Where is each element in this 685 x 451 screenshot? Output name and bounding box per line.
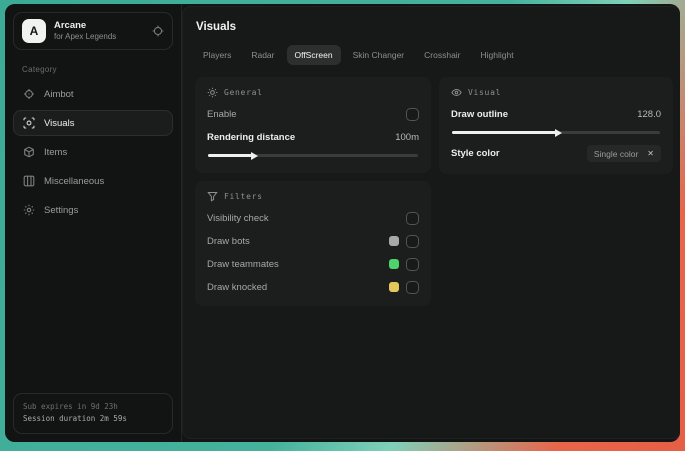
- sun-icon: [207, 87, 218, 98]
- tab-radar[interactable]: Radar: [243, 45, 282, 65]
- enable-checkbox[interactable]: [406, 107, 419, 121]
- draw-teammates-row: Draw teammates: [207, 257, 419, 271]
- tab-skin-changer[interactable]: Skin Changer: [345, 45, 413, 65]
- draw-bots-label: Draw bots: [207, 235, 250, 247]
- subscription-info-card: Sub expires in 9d 23h Session duration 2…: [13, 392, 173, 434]
- visual-panel-header: Visual: [451, 87, 661, 98]
- right-column: Visual Draw outline 128.0 Style color Si…: [439, 77, 673, 174]
- session-duration-text: Session duration 2m 59s: [23, 414, 127, 424]
- slider-thumb[interactable]: [555, 128, 562, 137]
- visual-panel: Visual Draw outline 128.0 Style color Si…: [439, 77, 673, 174]
- draw-knocked-row: Draw knocked: [207, 280, 419, 294]
- rendering-distance-value: 100m: [395, 131, 419, 143]
- app-name: Arcane: [54, 20, 87, 32]
- sidebar-nav: Aimbot Visuals Items Miscellaneous Setti…: [13, 81, 173, 226]
- draw-teammates-color-swatch[interactable]: [389, 259, 399, 269]
- rendering-distance-slider[interactable]: [208, 151, 418, 160]
- eye-scan-icon: [23, 117, 35, 129]
- style-color-row: Style color Single color ✕: [451, 145, 661, 162]
- crosshair-icon: [23, 88, 35, 100]
- tab-crosshair[interactable]: Crosshair: [416, 45, 468, 65]
- category-label: Category: [22, 65, 57, 74]
- visibility-check-label: Visibility check: [207, 212, 269, 224]
- tab-highlight[interactable]: Highlight: [473, 45, 522, 65]
- funnel-icon: [207, 191, 218, 202]
- sidebar-item-label: Items: [44, 146, 68, 158]
- app-header: A Arcane for Apex Legends: [13, 12, 173, 50]
- sidebar-item-label: Settings: [44, 204, 79, 216]
- filters-panel-header: Filters: [207, 191, 419, 202]
- draw-bots-color-swatch[interactable]: [389, 236, 399, 246]
- general-panel: General Enable Rendering distance 100m: [195, 77, 431, 173]
- sidebar-item-visuals[interactable]: Visuals: [13, 110, 173, 136]
- draw-bots-row: Draw bots: [207, 234, 419, 248]
- eye-icon: [451, 87, 462, 98]
- rendering-distance-row: Rendering distance 100m: [207, 130, 419, 144]
- left-column: General Enable Rendering distance 100m F…: [195, 77, 431, 306]
- sub-expires-text: Sub expires in 9d 23h: [23, 401, 118, 411]
- sidebar-item-settings[interactable]: Settings: [13, 197, 173, 223]
- draw-bots-controls: [389, 234, 419, 248]
- general-panel-title: General: [224, 88, 263, 97]
- visibility-check-row: Visibility check: [207, 211, 419, 225]
- general-panel-header: General: [207, 87, 419, 98]
- draw-bots-checkbox[interactable]: [406, 234, 419, 248]
- app-title-block: Arcane for Apex Legends: [54, 20, 144, 42]
- visibility-check-checkbox[interactable]: [406, 211, 419, 225]
- slider-fill: [452, 128, 562, 137]
- sidebar: A Arcane for Apex Legends Category Aimbo…: [5, 4, 182, 442]
- draw-knocked-controls: [389, 280, 419, 294]
- draw-teammates-checkbox[interactable]: [406, 257, 419, 271]
- remove-icon[interactable]: ✕: [647, 149, 654, 158]
- filters-panel: Filters Visibility check Draw bots Draw …: [195, 181, 431, 306]
- draw-outline-slider[interactable]: [452, 128, 660, 137]
- draw-knocked-color-swatch[interactable]: [389, 282, 399, 292]
- draw-knocked-label: Draw knocked: [207, 281, 268, 293]
- crosshair-target-icon[interactable]: [152, 25, 164, 37]
- app-subtitle: for Apex Legends: [54, 31, 117, 41]
- rendering-distance-label: Rendering distance: [207, 131, 296, 143]
- visual-panel-title: Visual: [468, 88, 502, 97]
- style-color-label: Style color: [451, 148, 500, 159]
- tab-players[interactable]: Players: [195, 45, 239, 65]
- main-content: Visuals Players Radar OffScreen Skin Cha…: [182, 6, 680, 439]
- draw-teammates-label: Draw teammates: [207, 258, 279, 270]
- filters-panel-title: Filters: [224, 192, 263, 201]
- sidebar-item-miscellaneous[interactable]: Miscellaneous: [13, 168, 173, 194]
- tab-offscreen[interactable]: OffScreen: [286, 45, 341, 65]
- panels-area: General Enable Rendering distance 100m F…: [195, 77, 673, 306]
- app-window: A Arcane for Apex Legends Category Aimbo…: [5, 4, 680, 442]
- enable-label: Enable: [207, 108, 237, 120]
- draw-knocked-checkbox[interactable]: [406, 280, 419, 294]
- sidebar-item-aimbot[interactable]: Aimbot: [13, 81, 173, 107]
- draw-outline-value: 128.0: [637, 108, 661, 120]
- enable-row: Enable: [207, 107, 419, 121]
- app-logo-letter: A: [29, 24, 39, 38]
- gear-icon: [23, 204, 35, 216]
- box-icon: [23, 146, 35, 158]
- style-color-tag[interactable]: Single color ✕: [586, 145, 661, 162]
- draw-outline-label: Draw outline: [451, 108, 509, 120]
- page-title: Visuals: [196, 21, 237, 33]
- draw-outline-row: Draw outline 128.0: [451, 107, 661, 121]
- sidebar-item-items[interactable]: Items: [13, 139, 173, 165]
- layout-icon: [23, 175, 35, 187]
- style-color-value: Single color: [593, 148, 639, 159]
- sidebar-item-label: Aimbot: [44, 88, 74, 100]
- sidebar-item-label: Miscellaneous: [44, 175, 105, 187]
- app-logo: A: [22, 19, 46, 43]
- tab-bar: Players Radar OffScreen Skin Changer Cro…: [195, 45, 673, 65]
- sidebar-item-label: Visuals: [44, 117, 75, 129]
- slider-thumb[interactable]: [251, 151, 259, 160]
- slider-fill: [208, 151, 259, 160]
- draw-teammates-controls: [389, 257, 419, 271]
